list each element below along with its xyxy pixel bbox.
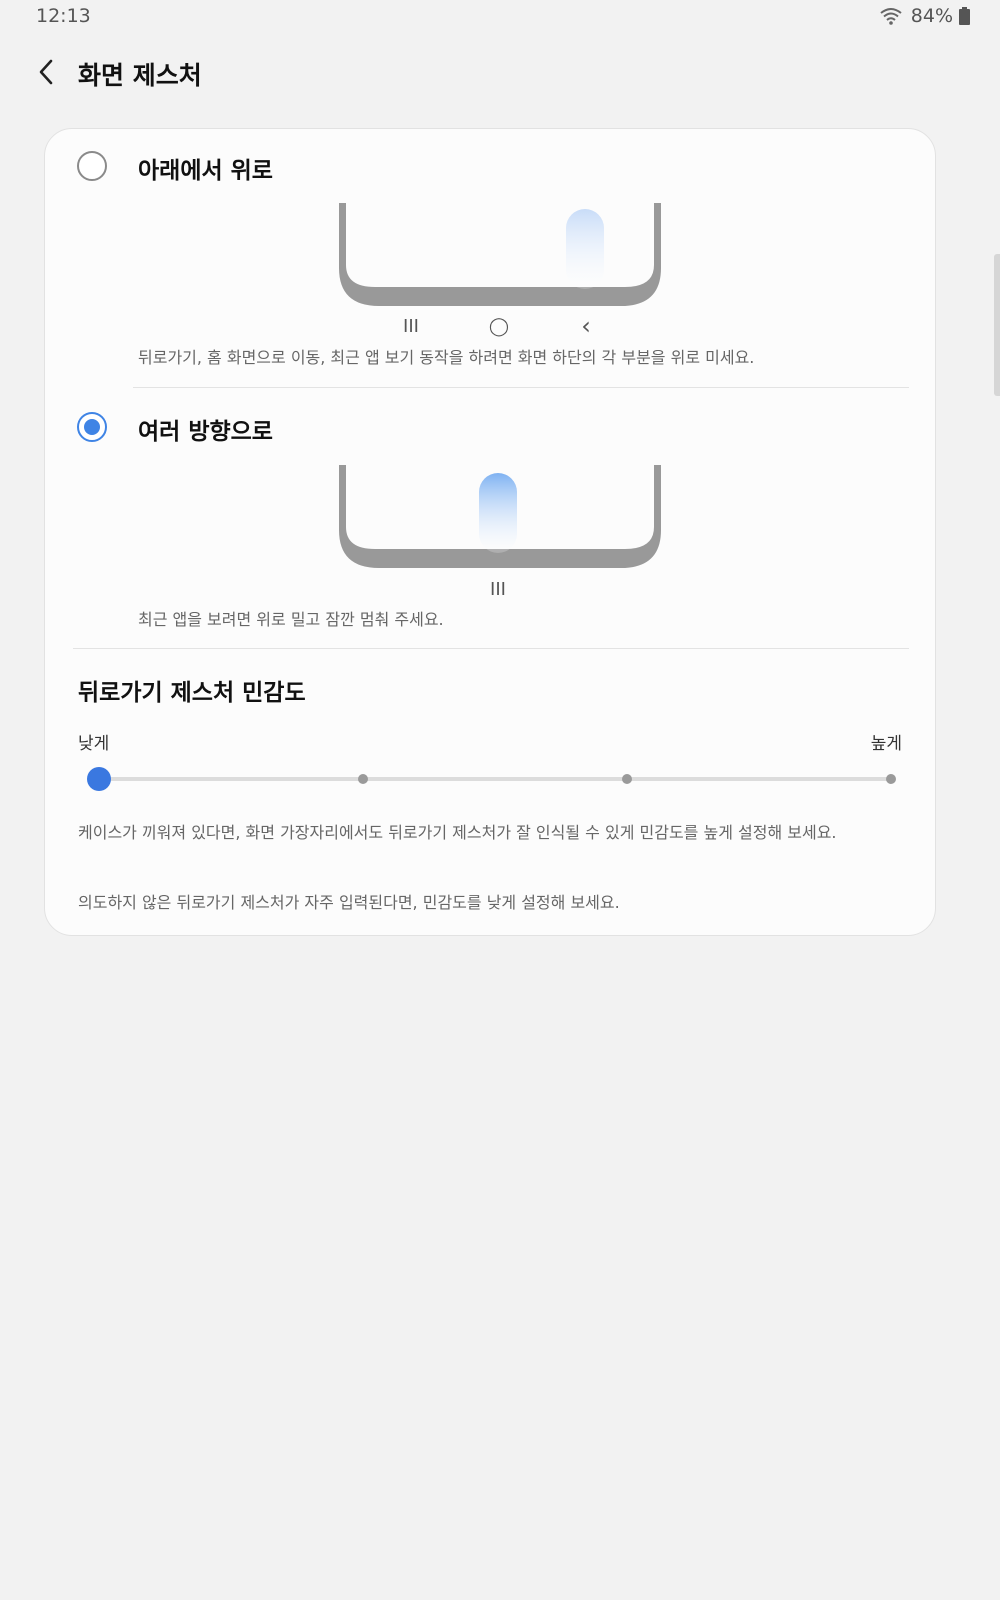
sensitivity-title: 뒤로가기 제스처 민감도 <box>78 680 306 706</box>
sensitivity-help-1: 케이스가 끼워져 있다면, 화면 가장자리에서도 뒤로가기 제스처가 잘 인식될… <box>78 823 837 842</box>
battery-icon <box>959 7 970 25</box>
back-key-icon: ‹ <box>581 312 591 340</box>
recent-apps-key-icon: III <box>490 579 506 600</box>
sensitivity-low-label: 낮게 <box>78 734 110 754</box>
home-key-icon: ◯ <box>488 316 510 337</box>
scroll-edge-handle[interactable] <box>994 254 1000 396</box>
slider-thumb[interactable] <box>87 767 111 791</box>
slider-tick <box>358 774 368 784</box>
option-title: 아래에서 위로 <box>138 158 273 184</box>
slider-tick <box>622 774 632 784</box>
option-multi-direction[interactable]: 여러 방향으로 III 최근 앱을 보려면 위로 밀고 잠깐 멈춰 주세요. <box>45 389 937 649</box>
status-icons: 84% <box>879 5 970 27</box>
swipe-from-bottom-illustration <box>339 203 661 306</box>
back-button[interactable] <box>28 52 64 92</box>
slider-track <box>99 777 891 781</box>
sensitivity-help-2: 의도하지 않은 뒤로가기 제스처가 자주 입력된다면, 민감도를 낮게 설정해 … <box>78 893 620 912</box>
battery-percent: 84% <box>910 5 953 27</box>
back-arrow-icon <box>39 59 53 85</box>
wifi-icon <box>880 8 902 25</box>
page-title: 화면 제스처 <box>78 61 202 90</box>
radio-multi-direction[interactable] <box>77 412 107 442</box>
sensitivity-high-label: 높게 <box>870 734 902 754</box>
divider <box>133 387 909 388</box>
recent-apps-key-icon: III <box>403 316 419 337</box>
status-bar: 12:13 84% <box>0 0 1000 36</box>
radio-swipe-from-bottom[interactable] <box>77 151 107 181</box>
gesture-settings-card: 아래에서 위로 III ◯ ‹ 뒤로가기, 홈 화면으로 이동, 최근 앱 보기… <box>44 128 936 936</box>
multi-direction-illustration <box>339 465 661 568</box>
app-bar: 화면 제스처 <box>0 48 1000 96</box>
option-swipe-from-bottom[interactable]: 아래에서 위로 III ◯ ‹ 뒤로가기, 홈 화면으로 이동, 최근 앱 보기… <box>45 129 937 389</box>
option-description: 최근 앱을 보려면 위로 밀고 잠깐 멈춰 주세요. <box>138 610 444 629</box>
slider-tick <box>886 774 896 784</box>
status-time: 12:13 <box>36 5 91 27</box>
option-title: 여러 방향으로 <box>138 419 273 445</box>
divider <box>73 648 909 649</box>
sensitivity-slider[interactable] <box>87 767 896 791</box>
option-description: 뒤로가기, 홈 화면으로 이동, 최근 앱 보기 동작을 하려면 화면 하단의 … <box>138 348 755 367</box>
